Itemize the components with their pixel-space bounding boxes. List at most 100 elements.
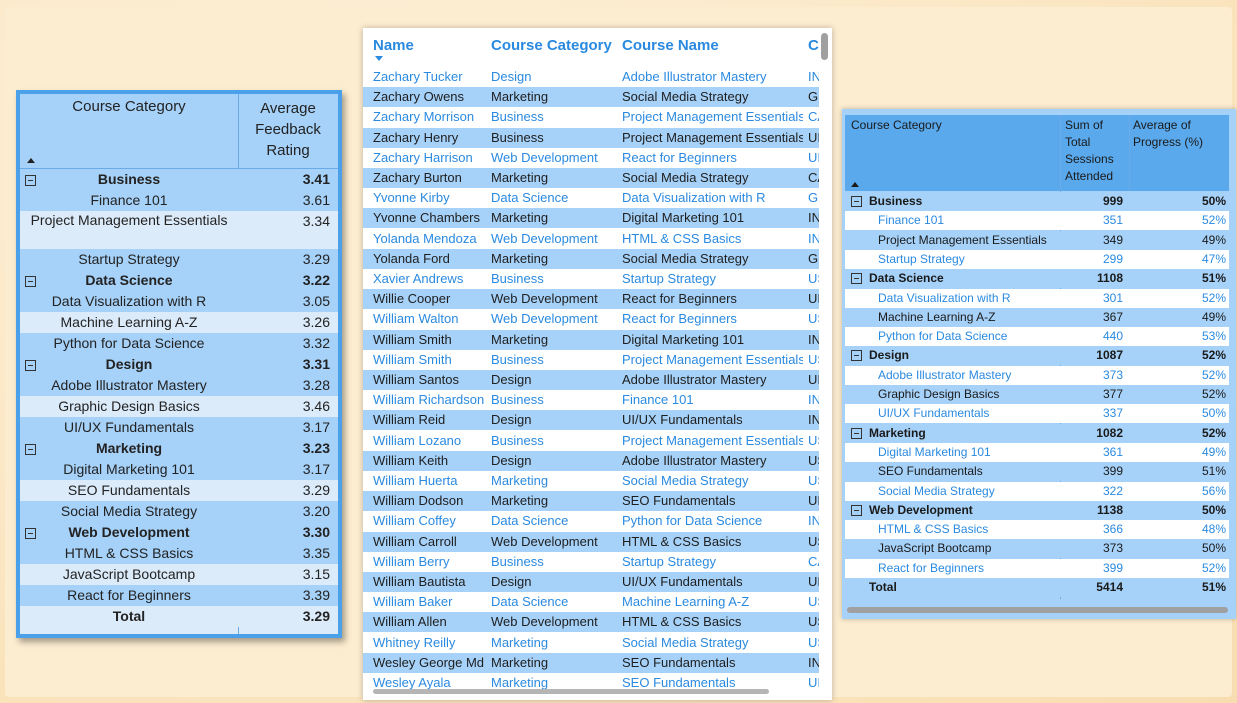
cell-course-category: Business xyxy=(491,351,544,367)
header-course-category[interactable]: Course Category xyxy=(851,117,1051,134)
header-course-category[interactable]: Course Category xyxy=(20,98,238,115)
table-row[interactable]: William Coffey Data Science Python for Dat… xyxy=(363,511,819,532)
table-row[interactable]: Yolanda Ford Marketing Social Media Strate… xyxy=(363,248,819,269)
matrix-total-row: Total 3.29 xyxy=(20,606,338,627)
matrix-group-row[interactable]: Data Science 3.22 xyxy=(20,270,338,291)
table-row[interactable]: William Lozano Business Project Management… xyxy=(363,430,819,451)
table-row[interactable]: Zachary Henry Business Project Management … xyxy=(363,127,819,148)
header-sum-sessions[interactable]: Sum of Total Sessions Attended xyxy=(1065,117,1127,185)
header-truncated-column[interactable]: C xyxy=(808,37,819,54)
sessions-progress-matrix[interactable]: Course Category Sum of Total Sessions At… xyxy=(842,109,1236,619)
header-average-progress[interactable]: Average of Progress (%) xyxy=(1133,117,1223,151)
row-average-progress: 52% xyxy=(1201,560,1226,575)
cell-course-category: Business xyxy=(491,109,544,125)
row-average-progress: 49% xyxy=(1201,309,1226,324)
table-row[interactable]: Zachary Tucker Design Adobe Illustrator Ma… xyxy=(363,67,819,87)
table-row[interactable]: William Bautista Design UI/UX Fundamentals… xyxy=(363,572,819,592)
header-course-name[interactable]: Course Name xyxy=(622,37,719,54)
row-value: 3.29 xyxy=(302,608,330,624)
matrix-item-row: Digital Marketing 101 361 49% xyxy=(845,442,1229,462)
matrix-group-row[interactable]: Business 999 50% xyxy=(845,192,1229,211)
cell-name: Yolanda Ford xyxy=(373,250,450,266)
row-label: Design xyxy=(105,356,153,372)
table-row[interactable]: Zachary Burton Marketing Social Media Stra… xyxy=(363,168,819,188)
cell-course-name: Startup Strategy xyxy=(622,553,716,569)
table-row[interactable]: Yvonne Chambers Marketing Digital Marketin… xyxy=(363,208,819,229)
sort-ascending-icon[interactable] xyxy=(851,182,859,187)
table-row[interactable]: Xavier Andrews Business Startup Strategy US xyxy=(363,269,819,289)
collapse-icon[interactable] xyxy=(851,350,862,362)
table-row[interactable]: Zachary Morrison Business Project Manageme… xyxy=(363,107,819,128)
cell-name: William Carroll xyxy=(373,533,457,549)
column-divider xyxy=(1129,115,1130,191)
collapse-icon[interactable] xyxy=(851,273,862,285)
cell-course-category: Web Development xyxy=(491,533,598,549)
row-sum-sessions: 399 xyxy=(1102,560,1123,575)
collapse-icon[interactable] xyxy=(851,427,862,439)
student-course-table[interactable]: Name Course Category Course Name C Zacha… xyxy=(363,28,832,700)
row-sum-sessions: 440 xyxy=(1102,329,1123,344)
table-row[interactable]: Zachary Owens Marketing Social Media Strat… xyxy=(363,87,819,108)
matrix-group-row[interactable]: Data Science 1108 51% xyxy=(845,269,1229,289)
collapse-icon[interactable] xyxy=(851,196,862,207)
row-label: Design xyxy=(869,348,910,363)
matrix-group-row[interactable]: Business 3.41 xyxy=(20,169,338,190)
row-label: Social Media Strategy xyxy=(60,503,198,519)
cell-course-category: Marketing xyxy=(491,210,549,226)
cell-name: Zachary Henry xyxy=(373,129,459,145)
table-row[interactable]: William Keith Design Adobe Illustrator Mas… xyxy=(363,450,819,471)
cell-truncated: IN xyxy=(808,331,819,347)
row-label: Web Development xyxy=(869,502,973,517)
header-course-category[interactable]: Course Category xyxy=(491,37,612,54)
table-row[interactable]: William Huerta Marketing Social Media Stra… xyxy=(363,471,819,491)
matrix-group-row[interactable]: Marketing 1082 52% xyxy=(845,423,1229,443)
header-average-feedback-rating[interactable]: Average Feedback Rating xyxy=(238,98,338,161)
table-row[interactable]: Willie Cooper Web Development React for Be… xyxy=(363,289,819,310)
row-sum-sessions: 361 xyxy=(1102,444,1123,459)
vertical-scrollbar-thumb[interactable] xyxy=(821,33,828,60)
header-name[interactable]: Name xyxy=(373,37,414,54)
cell-name: Zachary Tucker xyxy=(373,69,463,84)
row-value: 3.39 xyxy=(302,587,330,603)
table-row[interactable]: William Allen Web Development HTML & CSS B… xyxy=(363,612,819,633)
matrix-item-row: Adobe Illustrator Mastery 3.28 xyxy=(20,375,338,396)
table-row[interactable]: William Walton Web Development React for B… xyxy=(363,309,819,330)
sort-descending-icon[interactable] xyxy=(375,56,383,61)
table-row[interactable]: William Berry Business Startup Strategy CA xyxy=(363,551,819,572)
table-row[interactable]: Wesley George Md Marketing SEO Fundamental… xyxy=(363,652,819,673)
row-average-progress: 51% xyxy=(1201,271,1226,286)
row-label: Machine Learning A-Z xyxy=(60,314,198,330)
horizontal-scrollbar-thumb[interactable] xyxy=(847,607,1228,613)
table-row[interactable]: Whitney Reilly Marketing Social Media Stra… xyxy=(363,632,819,653)
table-row[interactable]: William Santos Design Adobe Illustrator Ma… xyxy=(363,370,819,390)
row-label: Data Science xyxy=(869,271,944,286)
cell-truncated: US xyxy=(808,351,819,367)
row-average-progress: 52% xyxy=(1201,213,1226,228)
matrix-group-row[interactable]: Design 1087 52% xyxy=(845,346,1229,366)
matrix-group-row[interactable]: Web Development 1138 50% xyxy=(845,500,1229,520)
table-row[interactable]: William Smith Marketing Digital Marketing … xyxy=(363,329,819,350)
table-row[interactable]: Yvonne Kirby Data Science Data Visualizati… xyxy=(363,188,819,209)
cell-course-category: Design xyxy=(491,574,532,589)
table-row[interactable]: William Dodson Marketing SEO Fundamentals U… xyxy=(363,491,819,512)
table-row[interactable]: William Smith Business Project Management … xyxy=(363,349,819,370)
vertical-scrollbar-track[interactable] xyxy=(819,28,832,700)
horizontal-scrollbar-thumb[interactable] xyxy=(373,689,769,694)
sort-ascending-icon[interactable] xyxy=(27,158,35,163)
matrix-group-row[interactable]: Design 3.31 xyxy=(20,354,338,375)
matrix-group-row[interactable]: Web Development 3.30 xyxy=(20,522,338,543)
cell-truncated: IN xyxy=(808,230,819,246)
table-row[interactable]: Zachary Harrison Web Development React for… xyxy=(363,147,819,168)
feedback-rating-matrix[interactable]: Course Category Average Feedback Rating … xyxy=(16,90,342,638)
matrix-group-row[interactable]: Marketing 3.23 xyxy=(20,438,338,459)
table-row[interactable]: William Reid Design UI/UX Fundamentals IN xyxy=(363,410,819,431)
table-row[interactable]: William Richardson Business Finance 101 IN xyxy=(363,390,819,411)
cell-name: Zachary Owens xyxy=(373,89,465,105)
row-value: 3.20 xyxy=(302,503,330,519)
row-value: 3.41 xyxy=(302,171,330,187)
table-row[interactable]: William Carroll Web Development HTML & CSS… xyxy=(363,531,819,552)
collapse-icon[interactable] xyxy=(851,504,862,516)
row-average-progress: 52% xyxy=(1201,367,1226,382)
table-row[interactable]: Yolanda Mendoza Web Development HTML & CSS… xyxy=(363,228,819,249)
table-row[interactable]: William Baker Data Science Machine Learnin… xyxy=(363,592,819,613)
